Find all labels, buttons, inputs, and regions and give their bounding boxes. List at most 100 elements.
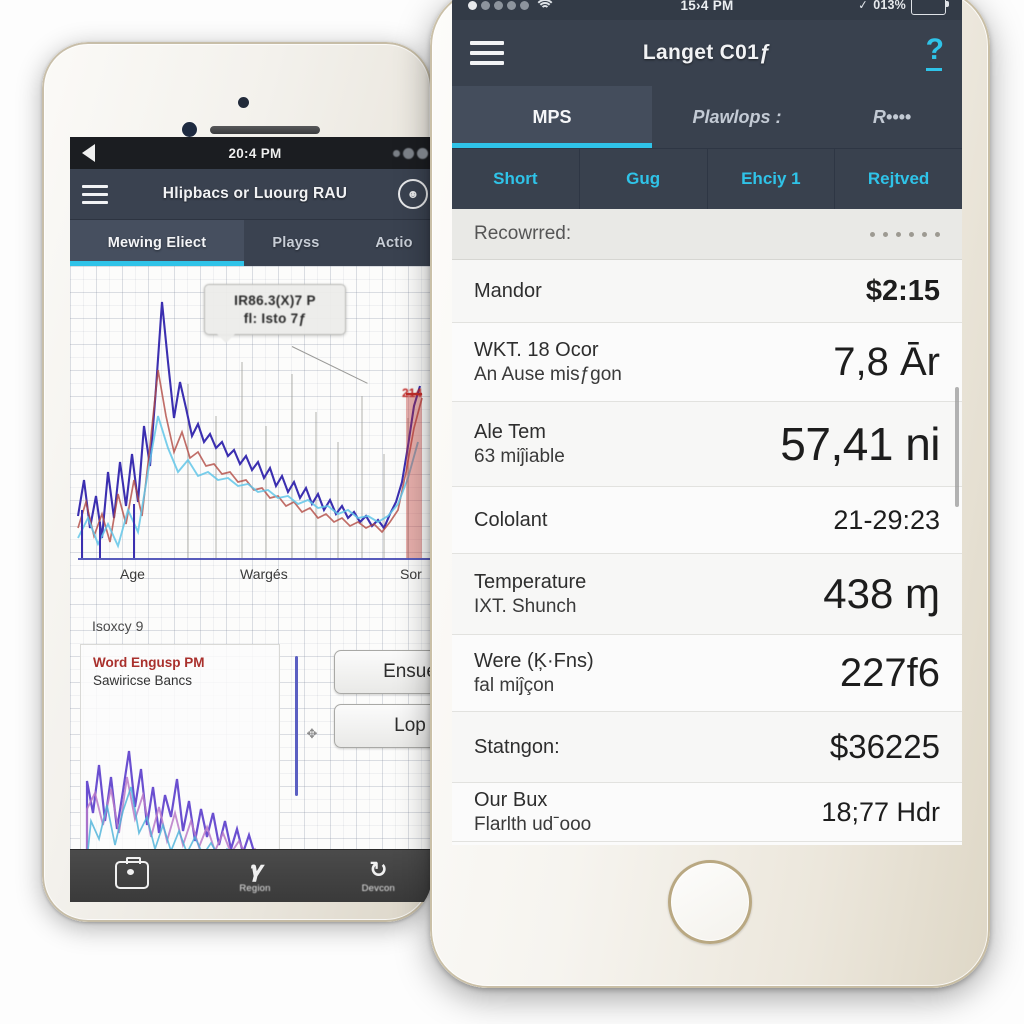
mini-chart[interactable]: Word Engusp PM Sawiricse Bancs (80, 644, 280, 862)
left-chart-area[interactable]: IR86.3(X)7 P fl: Isto 7ƒ 214 Age Wargés … (70, 266, 432, 902)
active-tab-indicator (452, 143, 652, 148)
chart-section-label: Isoxcy 9 (92, 618, 144, 634)
battery-icon (911, 0, 949, 15)
left-phone-device: 20:4 PM Hlipbacs or Luourg RAU ☻ Mewing … (42, 42, 432, 922)
tab-r[interactable]: R•••• (822, 86, 962, 148)
row-secondary-label: An Ause misƒgon (474, 363, 622, 385)
proximity-sensor-icon (182, 122, 197, 137)
row-secondary-label: 63 miĵiable (474, 445, 565, 467)
row-value: 227f6 (839, 650, 940, 695)
tabbar-item-region[interactable]: 𝛄 Region (193, 856, 316, 894)
section-dots-icon (870, 231, 940, 237)
chart-tooltip: IR86.3(X)7 P fl: Isto 7ƒ (204, 284, 346, 343)
left-phone-screen: 20:4 PM Hlipbacs or Luourg RAU ☻ Mewing … (70, 137, 432, 902)
row-value: 21-29:23 (833, 504, 940, 535)
front-camera-icon (238, 97, 249, 108)
left-navbar: Hlipbacs or Luourg RAU ☻ (70, 169, 432, 220)
slider-knob-icon[interactable]: ✥ (306, 727, 318, 740)
right-list[interactable]: Recowrred: Mandor $2:15 WKT. 18 Ocor An … (452, 209, 962, 845)
screenshot-stage: 20:4 PM Hlipbacs or Luourg RAU ☻ Mewing … (0, 0, 1024, 1024)
right-subtab-strip: Short Gug Ehciy 1 Rejtved (452, 148, 962, 209)
right-navbar: Langet C01ƒ ? (452, 20, 962, 86)
tab-mps[interactable]: MPS (452, 86, 652, 148)
row-primary-label: Mandor (474, 279, 542, 302)
right-tab-strip: MPS Plawlops : R•••• (452, 86, 962, 148)
table-row[interactable]: Cololant 21-29:23 (452, 487, 962, 554)
tab-plawlops[interactable]: Plawlops : (652, 86, 822, 148)
subtab-ehciy[interactable]: Ehciy 1 (708, 149, 836, 209)
row-value: 18;77 Hdr (821, 796, 940, 827)
status-blob-icon (393, 149, 400, 157)
check-icon: ✓ (857, 0, 869, 13)
right-phone-screen: 15›4 PM ✓ 013% Langet C01ƒ ? MPS Plawlop… (452, 0, 962, 845)
mini-chart-legend: Word Engusp PM Sawiricse Bancs (93, 655, 205, 688)
row-primary-label: Ale Tem (474, 420, 546, 443)
list-scrollbar[interactable] (955, 387, 959, 507)
table-row[interactable]: Temperature IXT. Shunch 438 ɱ (452, 554, 962, 635)
hamburger-menu-icon[interactable] (470, 41, 504, 65)
left-bottom-tab-bar: 𝛄 Region ↻ Devcon (70, 849, 432, 902)
row-primary-label: Our Bux (474, 788, 548, 811)
row-secondary-label: fal miĵçon (474, 674, 555, 696)
vertical-slider-track[interactable] (295, 656, 298, 796)
table-row[interactable]: Statngon: $36225 (452, 712, 962, 783)
tabbar-item-camera[interactable] (70, 857, 193, 891)
subtab-gug[interactable]: Gug (580, 149, 708, 209)
hamburger-menu-icon[interactable] (82, 184, 108, 204)
row-secondary-label: Flarlth udˉooo (474, 813, 592, 835)
row-primary-label: Cololant (474, 508, 548, 531)
refresh-icon: ↻ (369, 856, 388, 882)
subtab-rejtved[interactable]: Rejtved (835, 149, 962, 209)
chart-x-tick-labels: Age Wargés Sor (70, 566, 432, 592)
right-status-bar: 15›4 PM ✓ 013% (452, 0, 962, 20)
table-row[interactable]: WKT. 18 Ocor An Ause misƒgon 7,8 Ār (452, 323, 962, 402)
status-blob-icon (417, 147, 428, 159)
home-button[interactable] (668, 860, 752, 944)
table-row[interactable]: Our Bux Flarlth udˉooo 18;77 Hdr (452, 783, 962, 842)
right-status-indicators: ✓ 013% (857, 0, 949, 15)
left-tab-strip: Mewing Eliect Playss Actio (70, 220, 432, 266)
right-phone-device: 15›4 PM ✓ 013% Langet C01ƒ ? MPS Plawlop… (430, 0, 990, 988)
earpiece-speaker (210, 126, 320, 134)
legend-item-label: Word Engusp PM (93, 655, 205, 670)
left-status-indicators (393, 147, 428, 159)
tabbar-label: Devcon (361, 882, 396, 894)
ensue-button[interactable]: Ensue (334, 650, 432, 694)
lop-button[interactable]: Lop (334, 704, 432, 748)
row-primary-label: WKT. 18 Ocor (474, 338, 599, 361)
status-time: 20:4 PM (228, 145, 282, 161)
pen-icon: 𝛄 (248, 856, 262, 882)
battery-percent: 013% (873, 0, 906, 12)
tab-mewing-eliect[interactable]: Mewing Eliect (70, 220, 244, 266)
x-tick-label: Sor (400, 566, 422, 582)
user-avatar-icon[interactable]: ☻ (398, 179, 428, 209)
row-secondary-label: IXT. Shunch (474, 595, 577, 617)
list-section-label: Recowrred: (474, 223, 572, 244)
tabbar-label: Region (239, 882, 271, 894)
row-primary-label: Statngon: (474, 735, 560, 758)
page-title: Langet C01ƒ (642, 41, 772, 64)
table-row[interactable]: Ale Tem 63 miĵiable 57,41 ni (452, 402, 962, 487)
x-tick-label: Age (120, 566, 145, 582)
left-status-bar: 20:4 PM (70, 137, 432, 169)
tab-actio[interactable]: Actio (348, 220, 432, 266)
row-value: 7,8 Ār (833, 339, 940, 384)
list-section-header: Recowrred: (452, 209, 962, 260)
row-value: 57,41 ni (780, 418, 940, 470)
subtab-short[interactable]: Short (452, 149, 580, 209)
x-tick-label: Wargés (240, 566, 288, 582)
left-bottom-panel: Word Engusp PM Sawiricse Bancs ✥ Ensue L… (80, 644, 432, 862)
row-value: 438 ɱ (823, 570, 940, 617)
help-button[interactable]: ? (925, 35, 944, 71)
tab-playss[interactable]: Playss (244, 220, 348, 266)
tooltip-line-2: fl: Isto 7ƒ (243, 311, 307, 326)
table-row[interactable]: Were (Ķ·Fns) fal miĵçon 227f6 (452, 635, 962, 712)
row-primary-label: Were (Ķ·Fns) (474, 649, 594, 672)
chart-x-axis (78, 558, 432, 560)
tabbar-item-devcon[interactable]: ↻ Devcon (317, 856, 432, 894)
row-value: $2:15 (865, 274, 940, 307)
page-title: Hlipbacs or Luourg RAU (162, 185, 348, 202)
row-primary-label: Temperature (474, 570, 587, 593)
status-blob-icon (403, 147, 414, 159)
table-row[interactable]: Mandor $2:15 (452, 260, 962, 323)
